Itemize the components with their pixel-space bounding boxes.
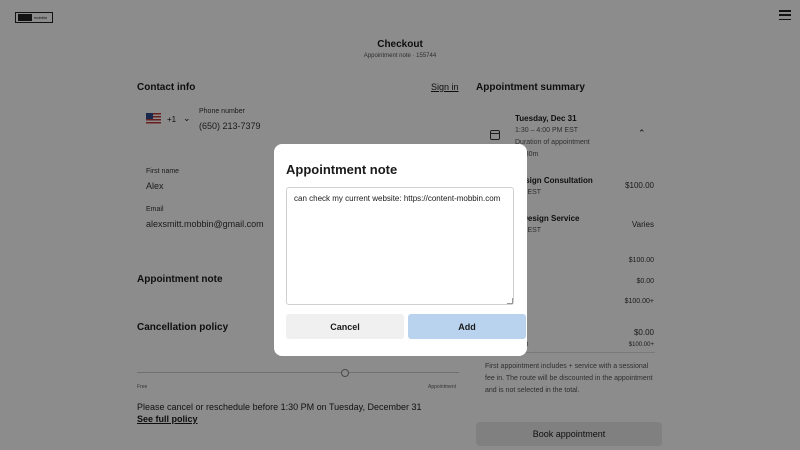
add-button[interactable]: Add (408, 314, 526, 339)
appointment-note-textarea[interactable]: can check my current website: https://co… (286, 187, 514, 305)
resize-handle-icon[interactable] (507, 298, 513, 304)
appointment-note-modal: Appointment note can check my current we… (274, 144, 527, 356)
cancel-button[interactable]: Cancel (286, 314, 404, 339)
modal-title: Appointment note (286, 162, 398, 177)
